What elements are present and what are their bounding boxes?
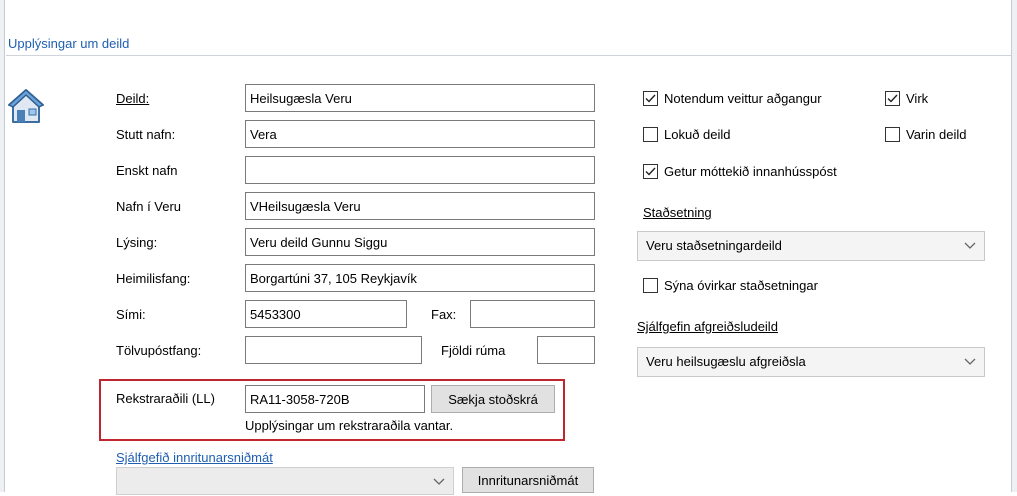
simi-label: Sími: bbox=[116, 307, 146, 322]
sjalfgefin-afgr-value: Veru heilsugæslu afgreiðsla bbox=[646, 354, 806, 369]
simi-field[interactable] bbox=[245, 300, 407, 328]
virk-checkbox[interactable]: Virk bbox=[885, 91, 928, 106]
varin-deild-label: Varin deild bbox=[906, 127, 967, 142]
syna-ovirkar-checkbox[interactable]: Sýna óvirkar staðsetningar bbox=[643, 278, 818, 293]
chevron-down-icon bbox=[964, 232, 976, 260]
enskt-nafn-field[interactable] bbox=[245, 156, 595, 184]
lysing-field[interactable] bbox=[245, 228, 595, 256]
stadsetning-label: Staðsetning bbox=[643, 205, 712, 220]
section-divider bbox=[6, 55, 1011, 56]
lokud-deild-checkbox[interactable]: Lokuð deild bbox=[643, 127, 731, 142]
checkmark-icon bbox=[643, 164, 658, 179]
saekja-stodskra-button[interactable]: Sækja stoðskrá bbox=[431, 385, 555, 413]
stadsetning-value: Veru staðsetningardeild bbox=[646, 238, 782, 253]
stutt-nafn-label: Stutt nafn: bbox=[116, 127, 176, 142]
tolvupostfang-label: Tölvupóstfang: bbox=[116, 343, 202, 358]
innritunarsnidmat-label[interactable]: Sjálfgefið innritunarsniðmát bbox=[116, 450, 273, 465]
sjalfgefin-afgr-label: Sjálfgefin afgreiðsludeild bbox=[637, 319, 778, 334]
deild-field[interactable] bbox=[245, 84, 595, 112]
getur-mottekid-checkbox[interactable]: Getur móttekið innanhússpóst bbox=[643, 164, 837, 179]
heimilisfang-field[interactable] bbox=[245, 264, 595, 292]
stutt-nafn-field[interactable] bbox=[245, 120, 595, 148]
notendum-veittur-label: Notendum veittur aðgangur bbox=[664, 91, 822, 106]
checkmark-icon bbox=[643, 91, 658, 106]
getur-mottekid-label: Getur móttekið innanhússpóst bbox=[664, 164, 837, 179]
syna-ovirkar-label: Sýna óvirkar staðsetningar bbox=[664, 278, 818, 293]
nafn-i-veru-label: Nafn í Veru bbox=[116, 199, 182, 214]
section-title: Upplýsingar um deild bbox=[8, 36, 130, 51]
lysing-label: Lýsing: bbox=[116, 235, 158, 250]
checkbox-box bbox=[643, 127, 658, 142]
checkmark-icon bbox=[885, 91, 900, 106]
window-left-border bbox=[0, 0, 5, 492]
heimilisfang-label: Heimilisfang: bbox=[116, 271, 191, 286]
chevron-down-icon bbox=[964, 348, 976, 376]
house-icon bbox=[8, 89, 44, 123]
sjalfgefin-afgr-select[interactable]: Veru heilsugæslu afgreiðsla bbox=[637, 347, 985, 377]
virk-label: Virk bbox=[906, 91, 929, 106]
enskt-nafn-label: Enskt nafn bbox=[116, 163, 178, 178]
stadsetning-select[interactable]: Veru staðsetningardeild bbox=[637, 231, 985, 261]
nafn-i-veru-field[interactable] bbox=[245, 192, 595, 220]
rekstraradili-field[interactable] bbox=[245, 385, 425, 413]
checkbox-box bbox=[885, 127, 900, 142]
notendum-veittur-checkbox[interactable]: Notendum veittur aðgangur bbox=[643, 91, 822, 106]
fjoldi-ruma-label: Fjöldi rúma bbox=[441, 343, 506, 358]
fax-label: Fax: bbox=[431, 307, 457, 322]
checkbox-box bbox=[643, 278, 658, 293]
innritunarsnidmat-button[interactable]: Innritunarsniðmát bbox=[462, 467, 594, 493]
rekstraradili-message: Upplýsingar um rekstraraðila vantar. bbox=[245, 418, 454, 433]
lokud-deild-label: Lokuð deild bbox=[664, 127, 731, 142]
tolvupostfang-field[interactable] bbox=[245, 336, 422, 364]
varin-deild-checkbox[interactable]: Varin deild bbox=[885, 127, 966, 142]
window-right-border bbox=[1011, 0, 1017, 492]
rekstraradili-label: Rekstraraðili (LL) bbox=[116, 391, 215, 406]
innritunarsnidmat-select[interactable] bbox=[116, 467, 454, 495]
deild-label: Deild: bbox=[116, 91, 150, 106]
fjoldi-ruma-field[interactable] bbox=[537, 336, 595, 364]
fax-field[interactable] bbox=[470, 300, 595, 328]
